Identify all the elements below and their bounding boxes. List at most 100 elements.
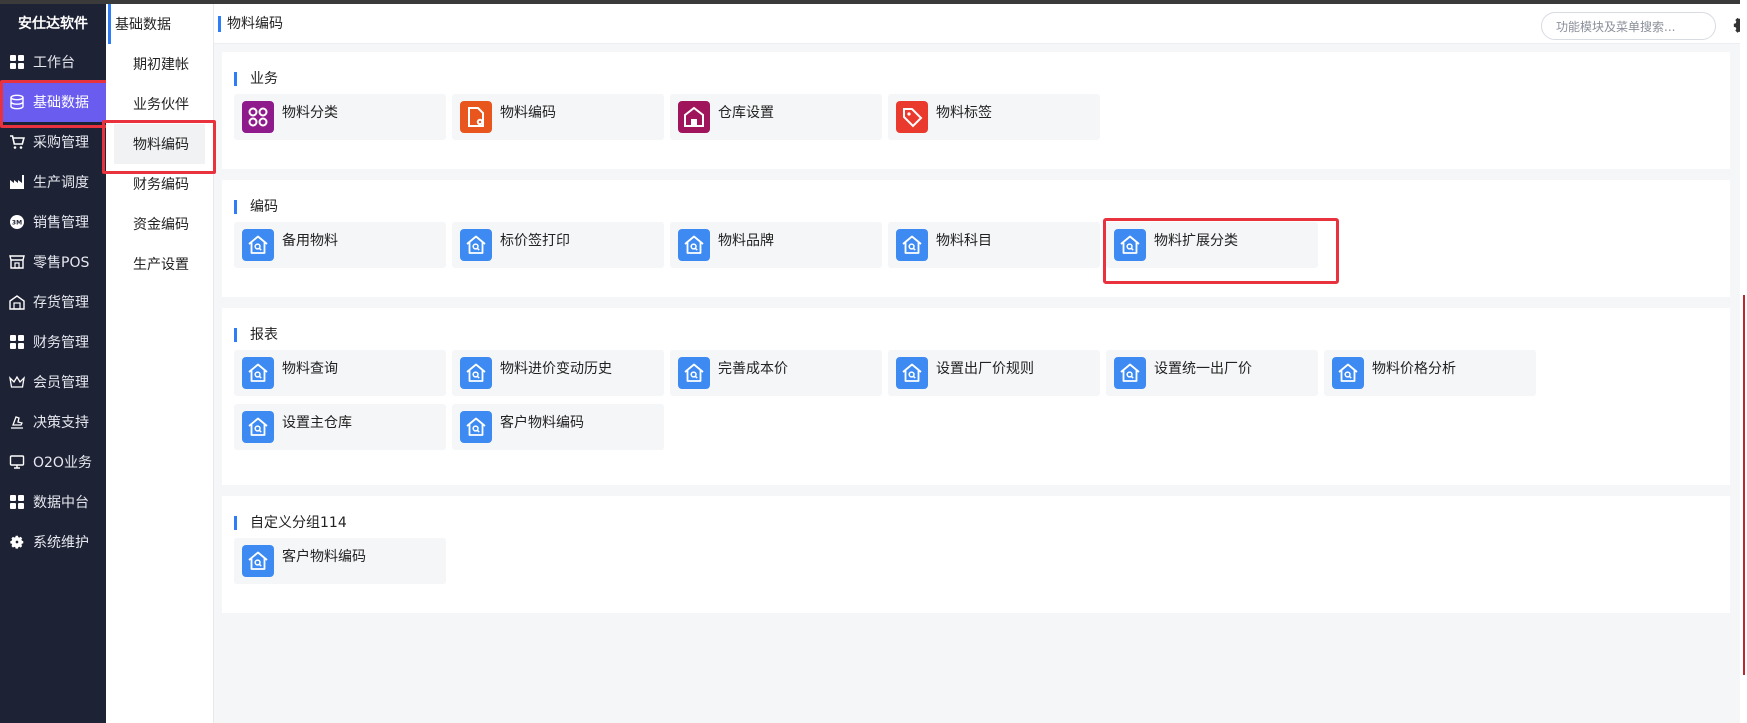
menu-card[interactable]: 设置主仓库: [234, 404, 446, 450]
menu-card-label: 物料编码: [500, 105, 556, 121]
section-business: 业务 物料分类 物料编码 仓库设置 物料标签: [222, 52, 1730, 169]
nav-item-label: 存货管理: [33, 295, 89, 311]
nav-item[interactable]: 会员管理: [0, 362, 106, 402]
store-icon: [8, 253, 26, 271]
sub-menu-list: 期初建帐 业务伙伴 物料编码 财务编码 资金编码 生产设置: [102, 44, 216, 284]
nav-item-label: 财务管理: [33, 335, 89, 351]
nav-item[interactable]: 采购管理: [0, 122, 106, 162]
sub-menu: 基础数据 期初建帐 业务伙伴 物料编码 财务编码 资金编码 生产设置: [102, 4, 216, 723]
scrollbar-thumb[interactable]: [1743, 295, 1745, 675]
nav-item[interactable]: 数据中台: [0, 482, 106, 522]
house-search-icon: [460, 357, 492, 389]
sub-menu-item[interactable]: 资金编码: [106, 204, 213, 244]
tag-icon: [896, 101, 928, 133]
category-icon: [242, 101, 274, 133]
nav-item[interactable]: 工作台: [0, 42, 106, 82]
search-input[interactable]: 功能模块及菜单搜索...: [1541, 12, 1716, 40]
menu-card[interactable]: 设置统一出厂价: [1106, 350, 1318, 396]
nav-item[interactable]: 财务管理: [0, 322, 106, 362]
grid-icon: [8, 333, 26, 351]
menu-card-label: 设置主仓库: [282, 415, 352, 431]
menu-card[interactable]: 物料查询: [234, 350, 446, 396]
menu-card[interactable]: 客户物料编码: [452, 404, 664, 450]
menu-card-label: 物料查询: [282, 361, 338, 377]
warehouse-icon: [8, 293, 26, 311]
house-search-icon: [460, 229, 492, 261]
hand-icon: [8, 413, 26, 431]
section-reports: 报表 物料查询 物料进价变动历史 完善成本价 设置出厂价规则 设置统一出厂价 物料价格分析…: [222, 308, 1730, 485]
menu-card[interactable]: 标价签打印: [452, 222, 664, 268]
menu-card[interactable]: 物料扩展分类: [1103, 218, 1339, 284]
nav-item-label: 工作台: [33, 55, 75, 71]
menu-card-label: 物料标签: [936, 105, 992, 121]
section-custom-group: 自定义分组114 客户物料编码: [222, 496, 1730, 613]
house-search-icon: [1332, 357, 1364, 389]
factory-icon: [8, 173, 26, 191]
nav-list: 工作台基础数据采购管理生产调度 3M 销售管理零售POS 存货管理财务管理会员管理 决策…: [0, 42, 110, 562]
gear-icon: [8, 533, 26, 551]
cart-icon: [8, 133, 26, 151]
menu-card-label: 备用物料: [282, 233, 338, 249]
nav-item-label: 销售管理: [33, 215, 89, 231]
menu-card[interactable]: 物料进价变动历史: [452, 350, 664, 396]
menu-card[interactable]: 物料科目: [888, 222, 1100, 268]
menu-card[interactable]: 物料价格分析: [1324, 350, 1536, 396]
menu-card[interactable]: 物料编码: [452, 94, 664, 140]
nav-item[interactable]: 系统维护: [0, 522, 106, 562]
house-search-icon: [896, 229, 928, 261]
sub-menu-item[interactable]: 业务伙伴: [106, 84, 213, 124]
grid-icon: [8, 53, 26, 71]
database-icon: [8, 93, 26, 111]
menu-card[interactable]: 备用物料: [234, 222, 446, 268]
page-title: 物料编码: [218, 16, 283, 32]
house-icon: [678, 101, 710, 133]
section-title: 编码: [234, 200, 278, 214]
menu-card-label: 物料科目: [936, 233, 992, 249]
house-search-icon: [1114, 229, 1146, 261]
menu-card[interactable]: 完善成本价: [670, 350, 882, 396]
sales-badge-icon: 3M: [8, 213, 26, 231]
house-search-icon: [242, 357, 274, 389]
house-search-icon: [242, 545, 274, 577]
nav-item-label: 零售POS: [33, 255, 90, 271]
nav-item[interactable]: 3M 销售管理: [0, 202, 106, 242]
menu-card-label: 物料进价变动历史: [500, 361, 612, 377]
house-search-icon: [460, 411, 492, 443]
sub-menu-item[interactable]: 物料编码: [102, 120, 216, 174]
file-gear-icon: [460, 101, 492, 133]
nav-item[interactable]: 基础数据: [0, 80, 110, 128]
house-search-icon: [242, 229, 274, 261]
menu-card-label: 物料价格分析: [1372, 361, 1456, 377]
nav-item-label: 基础数据: [33, 95, 89, 111]
house-search-icon: [896, 357, 928, 389]
nav-item-label: 采购管理: [33, 135, 89, 151]
menu-card[interactable]: 仓库设置: [670, 94, 882, 140]
house-search-icon: [678, 229, 710, 261]
section-title: 自定义分组114: [234, 516, 347, 530]
menu-card[interactable]: 物料标签: [888, 94, 1100, 140]
nav-item[interactable]: 生产调度: [0, 162, 106, 202]
house-search-icon: [678, 357, 710, 389]
nav-item[interactable]: 存货管理: [0, 282, 106, 322]
nav-item[interactable]: 零售POS: [0, 242, 106, 282]
menu-card[interactable]: 客户物料编码: [234, 538, 446, 584]
menu-card[interactable]: 设置出厂价规则: [888, 350, 1100, 396]
app-logo: 安仕达软件: [18, 16, 88, 32]
main-nav: 安仕达软件 工作台基础数据采购管理生产调度 3M 销售管理零售POS 存货管理财务管理…: [0, 4, 110, 723]
crown-icon: [8, 373, 26, 391]
grid-icon: [8, 493, 26, 511]
nav-item-label: 数据中台: [33, 495, 89, 511]
scrollbar[interactable]: [1740, 0, 1747, 723]
sub-menu-item[interactable]: 期初建帐: [106, 44, 213, 84]
sub-menu-item[interactable]: 生产设置: [106, 244, 213, 284]
nav-item[interactable]: O2O业务: [0, 442, 106, 482]
menu-card-label: 设置出厂价规则: [936, 361, 1034, 377]
section-coding: 编码 备用物料 标价签打印 物料品牌 物料科目 物料扩展分类: [222, 180, 1730, 297]
menu-card-label: 仓库设置: [718, 105, 774, 121]
menu-card[interactable]: 物料分类: [234, 94, 446, 140]
house-search-icon: [242, 411, 274, 443]
nav-item[interactable]: 决策支持: [0, 402, 106, 442]
svg-text:3M: 3M: [12, 220, 22, 227]
menu-card[interactable]: 物料品牌: [670, 222, 882, 268]
menu-card-label: 物料分类: [282, 105, 338, 121]
